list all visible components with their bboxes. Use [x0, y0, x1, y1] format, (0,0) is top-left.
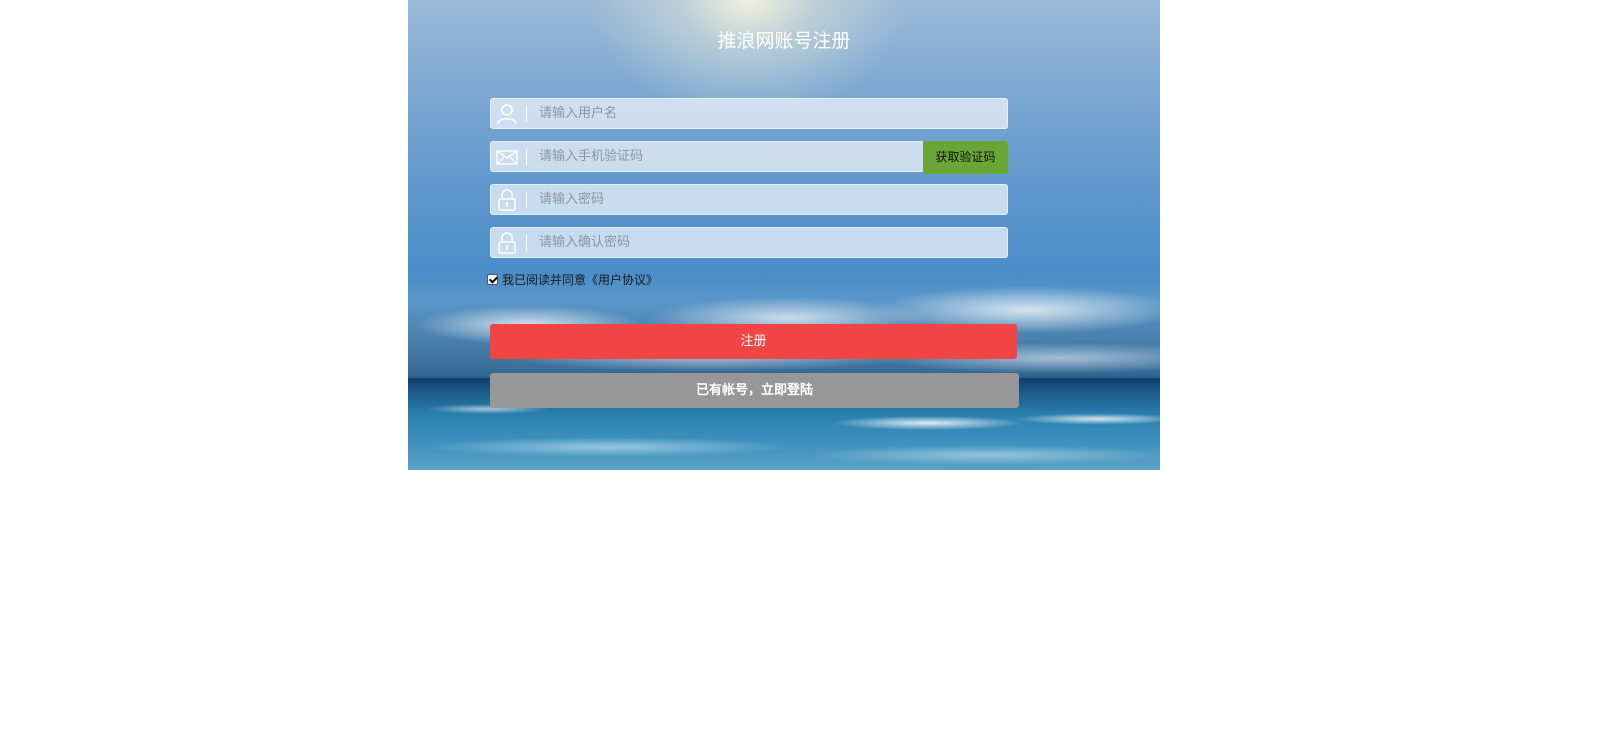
mail-icon	[495, 145, 519, 169]
agreement-row: 我已阅读并同意《用户协议》	[487, 271, 658, 287]
lock-icon	[495, 231, 519, 255]
phone-code-field: 获取验证码	[490, 141, 1008, 174]
phone-code-input[interactable]	[539, 142, 909, 171]
username-input[interactable]	[539, 99, 909, 128]
field-separator	[526, 106, 527, 122]
field-separator	[526, 235, 527, 251]
field-separator	[526, 192, 527, 208]
register-panel: 推浪网账号注册 获取验证码	[408, 0, 1160, 470]
field-separator	[526, 149, 527, 165]
confirm-password-field	[490, 227, 1008, 258]
page-title: 推浪网账号注册	[717, 30, 851, 52]
register-button[interactable]: 注册	[490, 324, 1017, 359]
password-input[interactable]	[539, 185, 909, 214]
user-icon	[495, 102, 519, 126]
username-field	[490, 98, 1008, 129]
password-field	[490, 184, 1008, 215]
login-link-button[interactable]: 已有帐号，立即登陆	[490, 373, 1019, 408]
lock-icon	[495, 188, 519, 212]
agreement-label[interactable]: 我已阅读并同意《用户协议》	[502, 271, 658, 288]
confirm-password-input[interactable]	[539, 228, 909, 257]
agreement-checkbox[interactable]	[487, 273, 498, 285]
get-code-button[interactable]: 获取验证码	[923, 141, 1008, 174]
